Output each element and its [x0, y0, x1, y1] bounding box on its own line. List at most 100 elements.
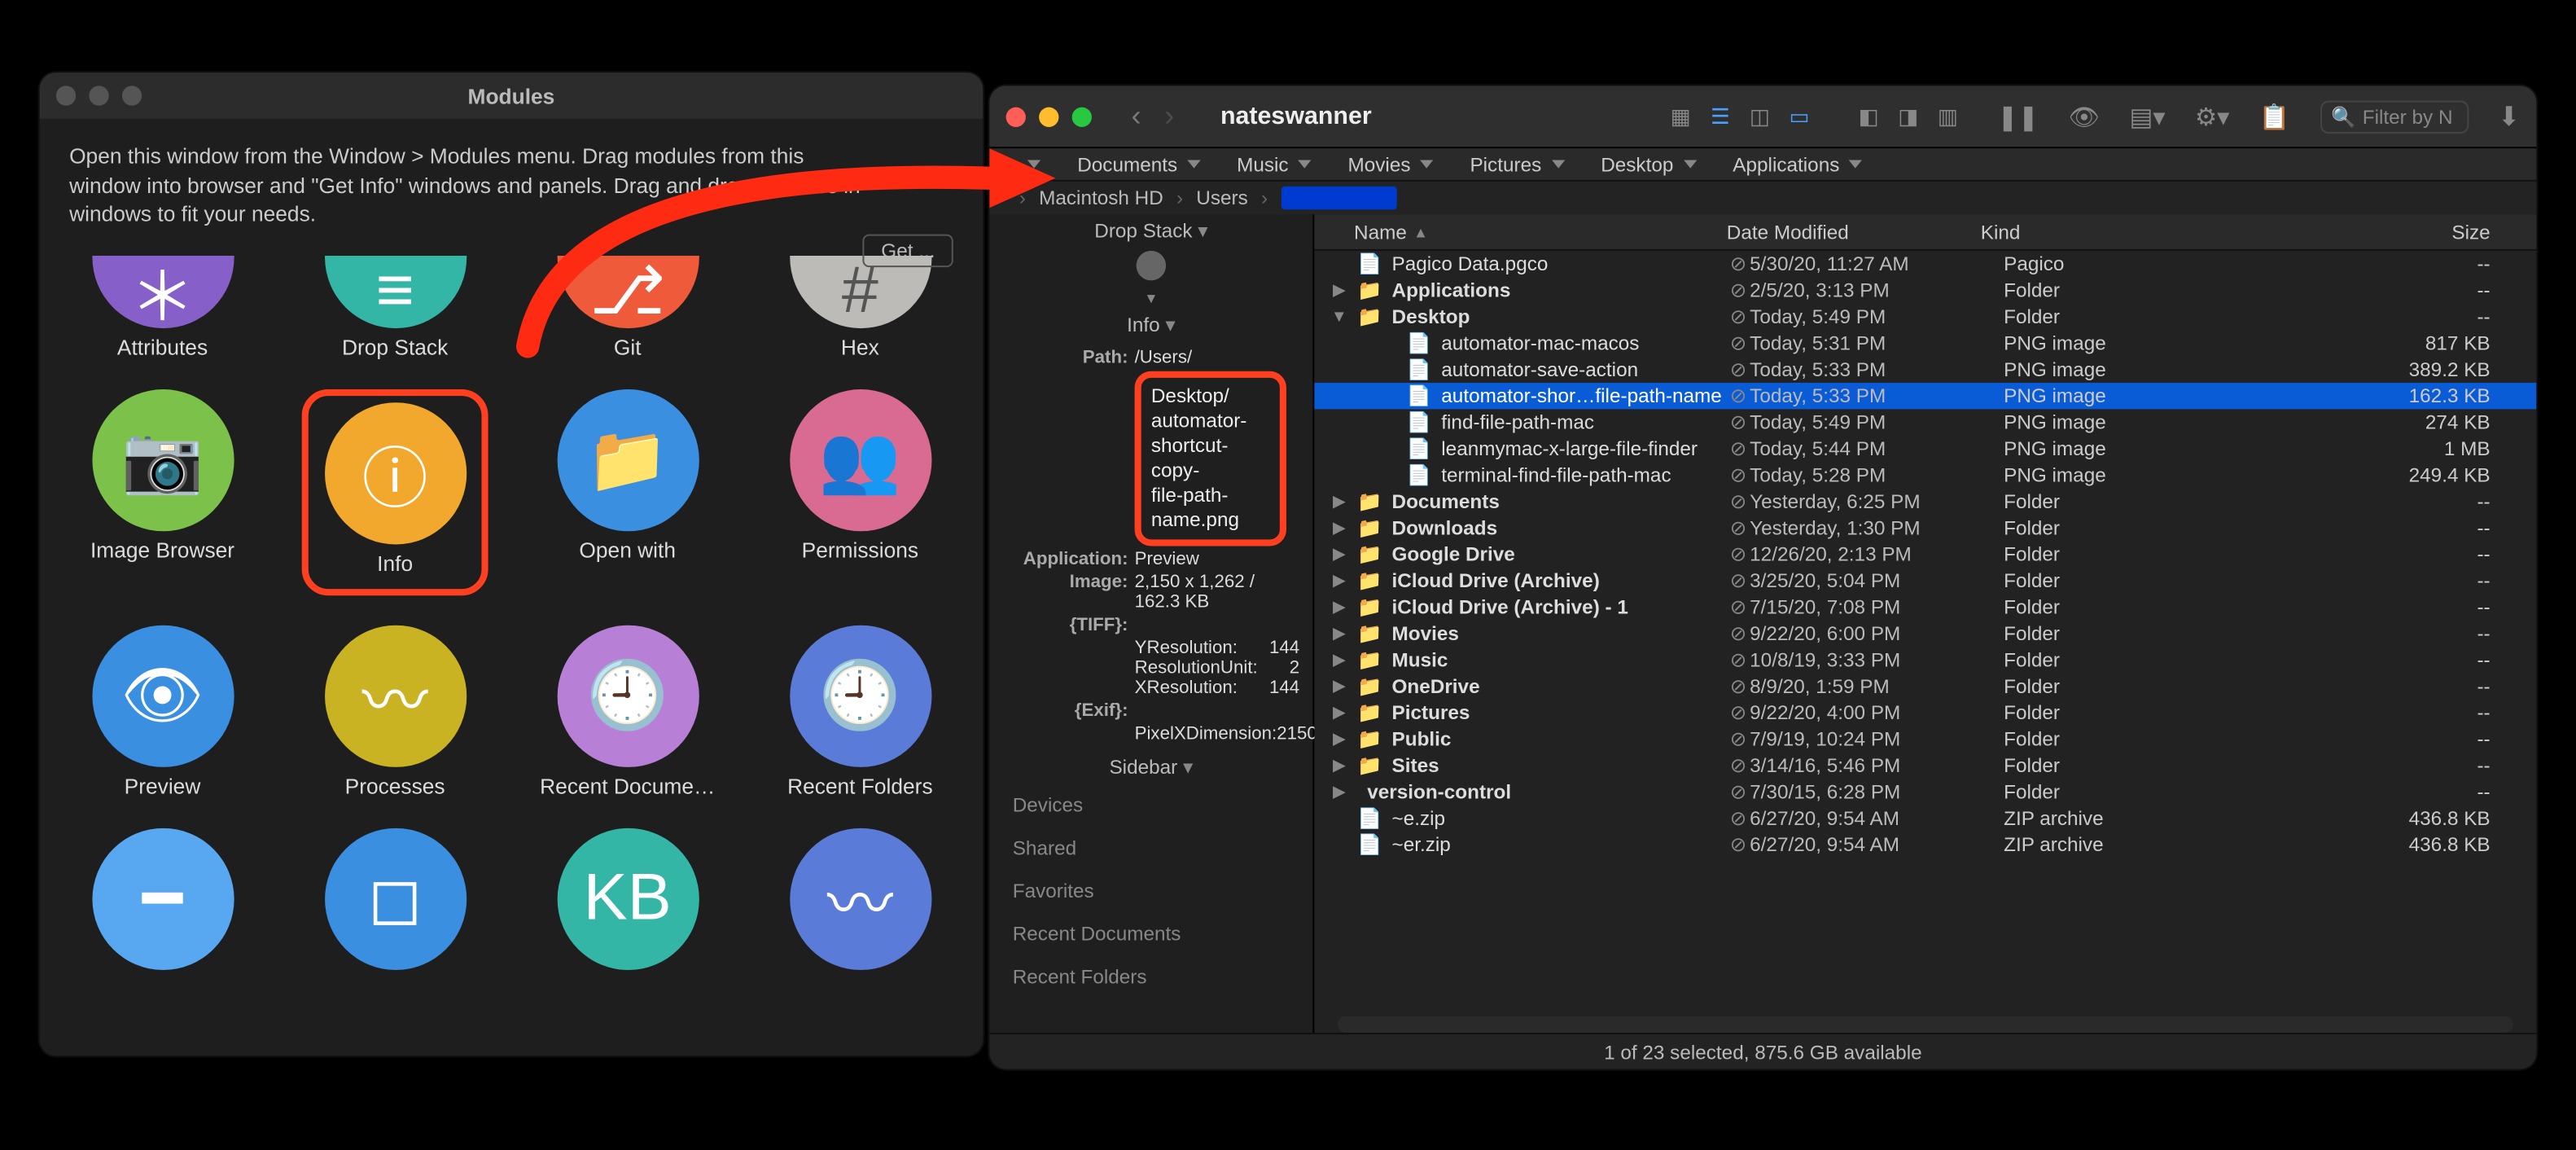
favorite-documents[interactable]: Documents: [1077, 152, 1200, 175]
drop-stack-avatar-icon[interactable]: [1137, 251, 1166, 280]
disclosure-icon[interactable]: ▶: [1331, 757, 1347, 775]
appearance-segment[interactable]: ◧ ◨ ▥: [1849, 102, 1968, 131]
icon-view-icon[interactable]: ▦: [1661, 102, 1701, 131]
forward-button[interactable]: ›: [1164, 99, 1174, 134]
file-row[interactable]: 📄terminal-find-file-path-mac⊘Today, 5:28…: [1314, 462, 2536, 488]
file-row[interactable]: ▶📁Sites⊘3/14/16, 5:46 PMFolder--: [1314, 753, 2536, 779]
gallery-view-icon[interactable]: ▭: [1780, 102, 1820, 131]
list-view-icon[interactable]: ☰: [1700, 102, 1740, 131]
file-row[interactable]: ▶version-control⊘7/30/15, 6:28 PMFolder-…: [1314, 779, 2536, 805]
file-row[interactable]: ▶📁Movies⊘9/22/20, 6:00 PMFolder--: [1314, 621, 2536, 647]
file-row[interactable]: ▶📁Google Drive⊘12/26/20, 2:13 PMFolder--: [1314, 541, 2536, 567]
close-icon[interactable]: [1006, 107, 1026, 126]
sidebar-group-recent-documents[interactable]: Recent Documents: [989, 912, 1312, 955]
file-row[interactable]: ▶📁Applications⊘2/5/20, 3:13 PMFolder--: [1314, 277, 2536, 303]
favorite-music[interactable]: Music: [1237, 152, 1312, 175]
file-row[interactable]: ▶📁OneDrive⊘8/9/20, 1:59 PMFolder--: [1314, 673, 2536, 699]
path-bar[interactable]: › Macintosh HD › Users ›: [989, 182, 2536, 215]
disclosure-icon[interactable]: ▼: [1331, 308, 1347, 326]
favorite-desktop[interactable]: Desktop: [1601, 152, 1697, 175]
disclosure-icon[interactable]: ▶: [1331, 730, 1347, 748]
disclosure-icon[interactable]: ▶: [1331, 519, 1347, 537]
appearance-icon[interactable]: ◨: [1888, 102, 1928, 131]
favorite-pictures[interactable]: Pictures: [1470, 152, 1564, 175]
file-row[interactable]: 📄automator-save-action⊘Today, 5:33 PMPNG…: [1314, 357, 2536, 383]
module-item[interactable]: 〰: [767, 827, 953, 976]
module-git[interactable]: ⎇Git: [534, 258, 721, 359]
file-row[interactable]: 📄~e.zip⊘6/27/20, 9:54 AMZIP archive436.8…: [1314, 805, 2536, 831]
appearance-icon[interactable]: ▥: [1928, 102, 1968, 131]
module-info[interactable]: ⓘInfo: [302, 388, 488, 595]
quicklook-icon[interactable]: 👁: [2068, 102, 2100, 131]
disclosure-icon[interactable]: ▶: [1331, 598, 1347, 616]
sidebar-group-favorites[interactable]: Favorites: [989, 869, 1312, 912]
disclosure-icon[interactable]: ▶: [1331, 572, 1347, 590]
col-size[interactable]: Size: [2294, 220, 2537, 243]
info-heading[interactable]: Info: [989, 309, 1312, 342]
disclosure-icon[interactable]: ▶: [1331, 493, 1347, 511]
module-attributes[interactable]: ＊Attributes: [69, 258, 256, 359]
module-item[interactable]: ◻: [302, 827, 488, 976]
appearance-icon[interactable]: ◧: [1849, 102, 1889, 131]
column-headers[interactable]: Name ▲ Date Modified Kind Size: [1314, 214, 2536, 251]
file-row[interactable]: 📄automator-mac-macos⊘Today, 5:31 PMPNG i…: [1314, 330, 2536, 356]
get-modules-button[interactable]: Get ...: [863, 235, 953, 268]
col-name[interactable]: Name: [1354, 220, 1407, 243]
sidebar-group-shared[interactable]: Shared: [989, 827, 1312, 870]
module-drop-stack[interactable]: ≡Drop Stack: [302, 258, 488, 359]
action-icon[interactable]: ⚙▾: [2195, 102, 2230, 131]
disclosure-icon[interactable]: ▶: [1331, 783, 1347, 801]
disclosure-icon[interactable]: ▶: [1331, 651, 1347, 669]
sidebar-group-recent-folders[interactable]: Recent Folders: [989, 955, 1312, 999]
file-row[interactable]: ▼📁Desktop⊘Today, 5:49 PMFolder--: [1314, 304, 2536, 330]
module-preview[interactable]: 👁Preview: [69, 625, 256, 798]
file-row[interactable]: 📄find-file-path-mac⊘Today, 5:49 PMPNG im…: [1314, 409, 2536, 435]
drop-stack-heading[interactable]: Drop Stack: [989, 214, 1312, 248]
minimize-icon[interactable]: [1039, 107, 1058, 126]
download-icon[interactable]: ⬇: [2498, 100, 2520, 134]
file-row[interactable]: 📄~er.zip⊘6/27/20, 9:54 AMZIP archive436.…: [1314, 832, 2536, 858]
group-icon[interactable]: ▤▾: [2129, 102, 2165, 131]
file-row[interactable]: 📄automator-shor…file-path-name⊘Today, 5:…: [1314, 383, 2536, 409]
module-permissions[interactable]: 👥Permissions: [767, 388, 953, 595]
col-date[interactable]: Date Modified: [1727, 220, 1981, 243]
path-segment-redacted[interactable]: [1281, 187, 1396, 209]
disclosure-icon[interactable]: ▶: [1331, 678, 1347, 696]
horizontal-scrollbar[interactable]: [1338, 1016, 2513, 1033]
module-item[interactable]: ━: [69, 827, 256, 976]
module-open-with[interactable]: 📁Open with: [534, 388, 721, 595]
file-row[interactable]: ▶📁Documents⊘Yesterday, 6:25 PMFolder--: [1314, 489, 2536, 515]
sidebar-group-devices[interactable]: Devices: [989, 783, 1312, 827]
module-item[interactable]: KB: [534, 827, 721, 976]
modules-titlebar[interactable]: Modules: [40, 72, 984, 119]
disclosure-icon[interactable]: ▶: [1331, 625, 1347, 643]
module-processes[interactable]: 〰Processes: [302, 625, 488, 798]
module-hex[interactable]: #Hex: [767, 258, 953, 359]
favorite-movies[interactable]: Movies: [1348, 152, 1434, 175]
file-row[interactable]: 📄leanmymac-x-large-file-finder⊘Today, 5:…: [1314, 436, 2536, 462]
module-recent-folders[interactable]: 🕘Recent Folders: [767, 625, 953, 798]
sidebar-heading[interactable]: Sidebar: [989, 751, 1312, 784]
file-row[interactable]: ▶📁Music⊘10/8/19, 3:33 PMFolder--: [1314, 647, 2536, 673]
dual-pane-icon[interactable]: ❚❚: [1997, 102, 2039, 131]
zoom-icon[interactable]: [1072, 107, 1092, 126]
file-row[interactable]: 📄Pagico Data.pgco⊘5/30/20, 11:27 AMPagic…: [1314, 251, 2536, 277]
module-image-browser[interactable]: 📷Image Browser: [69, 388, 256, 595]
file-row[interactable]: ▶📁Downloads⊘Yesterday, 1:30 PMFolder--: [1314, 515, 2536, 541]
favorite-applications[interactable]: Applications: [1733, 152, 1862, 175]
file-row[interactable]: ▶📁iCloud Drive (Archive)⊘3/25/20, 5:04 P…: [1314, 568, 2536, 594]
file-row[interactable]: ▶📁Pictures⊘9/22/20, 4:00 PMFolder--: [1314, 700, 2536, 726]
back-button[interactable]: ‹: [1132, 99, 1141, 134]
col-kind[interactable]: Kind: [1981, 220, 2294, 243]
search-input[interactable]: 🔍 Filter by N: [2320, 100, 2468, 134]
path-segment[interactable]: Macintosh HD: [1039, 187, 1163, 209]
file-row[interactable]: ▶📁iCloud Drive (Archive) - 1⊘7/15/20, 7:…: [1314, 594, 2536, 620]
module-recent-docume-[interactable]: 🕘Recent Docume…: [534, 625, 721, 798]
disclosure-icon[interactable]: ▶: [1331, 704, 1347, 722]
view-mode-segment[interactable]: ▦ ☰ ◫ ▭: [1661, 102, 1819, 131]
disclosure-icon[interactable]: ▶: [1331, 281, 1347, 299]
disclosure-icon[interactable]: ▶: [1331, 545, 1347, 563]
file-row[interactable]: ▶📁Public⊘7/9/19, 10:24 PMFolder--: [1314, 726, 2536, 752]
home-favorite[interactable]: ⌂: [1006, 152, 1041, 175]
clipboard-icon[interactable]: 📋: [2259, 102, 2290, 131]
